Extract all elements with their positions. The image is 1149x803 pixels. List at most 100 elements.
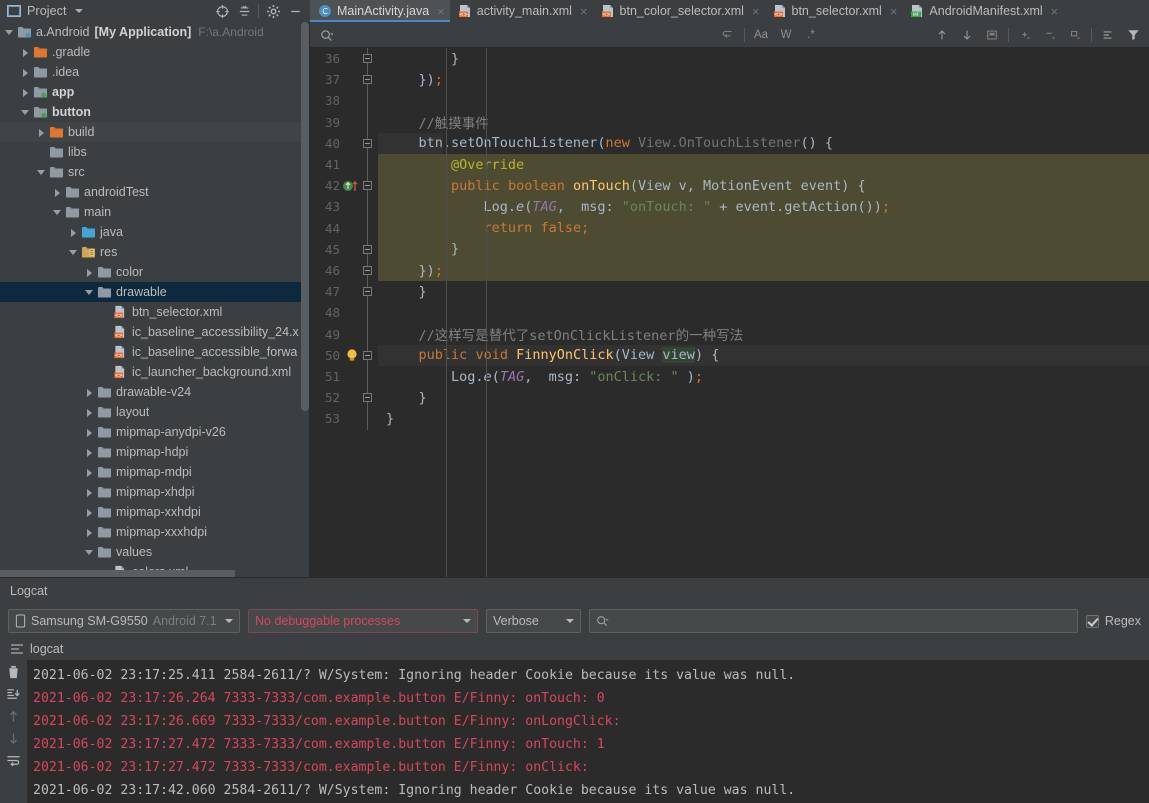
add-icon[interactable] bbox=[1013, 25, 1037, 45]
fold-marker-icon[interactable] bbox=[362, 69, 378, 91]
close-icon[interactable]: × bbox=[437, 4, 445, 19]
chevron-right-icon[interactable] bbox=[36, 127, 47, 138]
soft-wrap-icon[interactable] bbox=[6, 753, 21, 768]
tree-scrollbar[interactable] bbox=[301, 22, 309, 411]
tree-item-libs[interactable]: libs bbox=[0, 142, 309, 162]
chevron-down-icon[interactable] bbox=[4, 27, 15, 38]
next-occurrence-icon[interactable] bbox=[955, 25, 979, 45]
edit-icon[interactable] bbox=[1063, 25, 1087, 45]
chevron-down-icon[interactable] bbox=[74, 9, 83, 13]
tree-item-drawable[interactable]: drawable bbox=[0, 282, 309, 302]
code-line[interactable]: 39 //触摸事件 bbox=[310, 111, 1149, 133]
filter-icon[interactable] bbox=[1121, 25, 1145, 45]
code-line[interactable]: 38 bbox=[310, 90, 1149, 112]
tree-item-mipmap-mdpi[interactable]: mipmap-mdpi bbox=[0, 462, 309, 482]
code-line[interactable]: 52 } bbox=[310, 387, 1149, 409]
expand-icon[interactable] bbox=[1096, 25, 1120, 45]
trash-icon[interactable] bbox=[6, 664, 21, 680]
tree-item-build[interactable]: build bbox=[0, 122, 309, 142]
code-line[interactable]: 37 }); bbox=[310, 69, 1149, 91]
tree-h-scrollbar[interactable] bbox=[0, 570, 235, 577]
fold-marker-icon[interactable] bbox=[362, 175, 378, 197]
tree-item-app[interactable]: app bbox=[0, 82, 309, 102]
tree-item-ic-baseline-accessibility-24-x[interactable]: <> ic_baseline_accessibility_24.x bbox=[0, 322, 309, 342]
tree-item-button[interactable]: button bbox=[0, 102, 309, 122]
chevron-right-icon[interactable] bbox=[84, 527, 95, 538]
words-icon[interactable]: W bbox=[774, 25, 798, 45]
gear-icon[interactable] bbox=[262, 1, 284, 21]
regex-toggle-icon[interactable] bbox=[716, 25, 740, 45]
device-selector[interactable]: Samsung SM-G9550 Android 7.1 bbox=[8, 609, 240, 633]
tree-item-values[interactable]: values bbox=[0, 542, 309, 562]
tree-item-src[interactable]: src bbox=[0, 162, 309, 182]
chevron-right-icon[interactable] bbox=[20, 67, 31, 78]
chevron-right-icon[interactable] bbox=[84, 267, 95, 278]
fold-marker-icon[interactable] bbox=[362, 238, 378, 260]
code-line[interactable]: 48 bbox=[310, 302, 1149, 324]
regex-icon[interactable]: .* bbox=[799, 25, 823, 45]
tree-item-mipmap-xxxhdpi[interactable]: mipmap-xxxhdpi bbox=[0, 522, 309, 542]
chevron-down-icon[interactable] bbox=[566, 619, 574, 623]
scroll-to-end-icon[interactable] bbox=[6, 687, 21, 702]
code-line[interactable]: 49 //这样写是替代了setOnClickListener的一种写法 bbox=[310, 323, 1149, 345]
chevron-down-icon[interactable] bbox=[84, 287, 95, 298]
close-icon[interactable]: × bbox=[1051, 4, 1059, 19]
minimize-icon[interactable] bbox=[284, 1, 306, 21]
search-icon[interactable] bbox=[320, 29, 333, 41]
prev-occurrence-icon[interactable] bbox=[930, 25, 954, 45]
chevron-right-icon[interactable] bbox=[68, 227, 79, 238]
chevron-right-icon[interactable] bbox=[84, 407, 95, 418]
fold-marker-icon[interactable] bbox=[362, 387, 378, 409]
regex-checkbox[interactable]: Regex bbox=[1085, 614, 1141, 628]
fold-marker-icon[interactable] bbox=[362, 132, 378, 154]
tree-item-mipmap-anydpi-v26[interactable]: mipmap-anydpi-v26 bbox=[0, 422, 309, 442]
logcat-search-input[interactable] bbox=[589, 609, 1078, 633]
tab-androidmanifest-xml[interactable]: MF AndroidManifest.xml × bbox=[902, 0, 1063, 22]
logcat-tab[interactable]: logcat bbox=[0, 638, 1149, 660]
chevron-right-icon[interactable] bbox=[84, 487, 95, 498]
logcat-output[interactable]: 2021-06-02 23:17:25.411 2584-2611/? W/Sy… bbox=[27, 660, 1149, 803]
tree-item-btn-selector-xml[interactable]: <> btn_selector.xml bbox=[0, 302, 309, 322]
code-line[interactable]: 41 @Override bbox=[310, 154, 1149, 176]
log-level-selector[interactable]: Verbose bbox=[486, 609, 581, 633]
code-line[interactable]: 43 Log.e(TAG, msg: "onTouch: " + event.g… bbox=[310, 196, 1149, 218]
collapse-all-icon[interactable] bbox=[233, 1, 255, 21]
tree-item-java[interactable]: java bbox=[0, 222, 309, 242]
code-line[interactable]: 42 public boolean onTouch(View v, Motion… bbox=[310, 175, 1149, 197]
tab-btn-color-selector-xml[interactable]: <> btn_color_selector.xml × bbox=[593, 0, 765, 22]
tab-activity-main-xml[interactable]: <> activity_main.xml × bbox=[450, 0, 593, 22]
code-line[interactable]: 51 Log.e(TAG, msg: "onClick: " ); bbox=[310, 366, 1149, 388]
tree-item-layout[interactable]: layout bbox=[0, 402, 309, 422]
tree-item-main[interactable]: main bbox=[0, 202, 309, 222]
code-line[interactable]: 40 btn.setOnTouchListener(new View.OnTou… bbox=[310, 132, 1149, 154]
tree-item-ic-baseline-accessible-forwa[interactable]: <> ic_baseline_accessible_forwa bbox=[0, 342, 309, 362]
process-selector[interactable]: No debuggable processes bbox=[248, 609, 478, 633]
chevron-right-icon[interactable] bbox=[84, 427, 95, 438]
checkbox-icon[interactable] bbox=[1085, 614, 1099, 628]
chevron-right-icon[interactable] bbox=[84, 467, 95, 478]
chevron-down-icon[interactable] bbox=[225, 619, 233, 623]
code-line[interactable]: 50 public void FinnyOnClick(View view) { bbox=[310, 344, 1149, 366]
tree-item-mipmap-xhdpi[interactable]: mipmap-xhdpi bbox=[0, 482, 309, 502]
fold-marker-icon[interactable] bbox=[362, 281, 378, 303]
chevron-down-icon[interactable] bbox=[68, 247, 79, 258]
chevron-right-icon[interactable] bbox=[84, 447, 95, 458]
close-icon[interactable]: × bbox=[752, 4, 760, 19]
remove-icon[interactable] bbox=[1038, 25, 1062, 45]
code-content[interactable]: 36 } 37 }); 38 39 //触摸事件 40 btn.setOnTouchLi… bbox=[310, 48, 1149, 577]
chevron-down-icon[interactable] bbox=[20, 107, 31, 118]
chevron-right-icon[interactable] bbox=[20, 87, 31, 98]
tree-item-drawable-v24[interactable]: drawable-v24 bbox=[0, 382, 309, 402]
tab-btn-selector-xml[interactable]: <> btn_selector.xml × bbox=[765, 0, 903, 22]
match-case-icon[interactable]: Aa bbox=[749, 25, 773, 45]
tab-mainactivity-java[interactable]: C MainActivity.java × bbox=[310, 0, 450, 22]
chevron-down-icon[interactable] bbox=[36, 167, 47, 178]
tree-item-mipmap-xxhdpi[interactable]: mipmap-xxhdpi bbox=[0, 502, 309, 522]
code-line[interactable]: 36 } bbox=[310, 48, 1149, 70]
project-tree[interactable]: a.Android [My Application] F:\a.Android .g… bbox=[0, 22, 310, 577]
fold-marker-icon[interactable] bbox=[362, 48, 378, 70]
code-line[interactable]: 46 }); bbox=[310, 260, 1149, 282]
tree-item-ic-launcher-background-xml[interactable]: <> ic_launcher_background.xml bbox=[0, 362, 309, 382]
target-icon[interactable] bbox=[211, 1, 233, 21]
chevron-down-icon[interactable] bbox=[463, 619, 471, 623]
